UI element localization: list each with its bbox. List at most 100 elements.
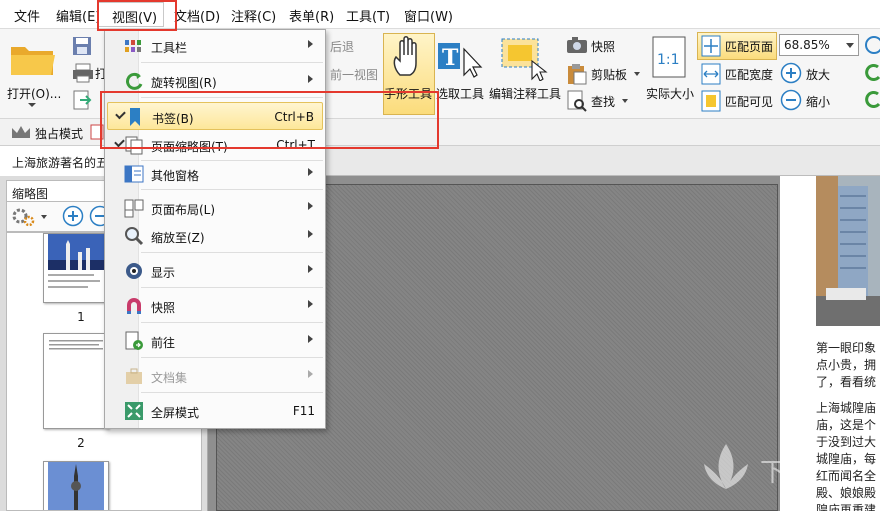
menu-item-label: 书签(B) <box>152 112 194 126</box>
back-button[interactable]: 后退 <box>330 38 354 55</box>
print-icon[interactable] <box>72 63 94 83</box>
menu-separator <box>141 62 323 63</box>
submenu-arrow-icon <box>308 230 313 238</box>
fullscreen-icon <box>125 402 143 420</box>
export-icon[interactable] <box>72 90 92 110</box>
layout-icon[interactable] <box>90 124 104 140</box>
paragraph-2-line-5: 红而闻名全 <box>816 469 877 483</box>
menu-separator <box>141 252 323 253</box>
menu-view[interactable]: 视图(V) <box>98 2 164 27</box>
exclusive-mode-button[interactable]: 独占模式 <box>35 125 83 142</box>
menu-separator <box>141 392 323 393</box>
menu-item-label: 全屏模式 <box>151 406 200 420</box>
actual-size-icon[interactable]: 1:1 <box>652 36 686 78</box>
submenu-arrow-icon <box>308 300 313 308</box>
options-dropdown-icon[interactable] <box>41 215 47 219</box>
menu-item-label: 快照 <box>151 301 176 315</box>
menu-tools[interactable]: 工具(T) <box>346 6 390 25</box>
menu-item-fullscreen[interactable]: 全屏模式 F11 <box>107 397 323 425</box>
menu-item-label: 文档集 <box>151 371 188 385</box>
shrink-thumb-icon[interactable] <box>89 205 105 227</box>
menu-comment[interactable]: 注释(C) <box>231 6 276 25</box>
menu-item-label: 页面缩略图(T) <box>151 140 228 154</box>
open-dropdown-icon[interactable] <box>28 103 36 107</box>
menu-item-label: 页面布局(L) <box>151 203 216 217</box>
goto-page-icon <box>125 331 143 350</box>
prev-view-button[interactable]: 前一视图 <box>330 66 378 83</box>
eye-icon <box>126 263 142 279</box>
menu-item-zoom-to[interactable]: 缩放至(Z) <box>107 222 323 250</box>
zoom-value[interactable]: 68.85% <box>784 38 830 52</box>
paragraph-2-line-2: 庙，这是个 <box>816 418 877 432</box>
menu-file[interactable]: 文件 <box>14 6 40 25</box>
zoom-extra-icon[interactable] <box>864 35 880 55</box>
magnet-icon <box>127 298 141 314</box>
menu-separator <box>141 357 323 358</box>
thumbnail-page-3[interactable] <box>43 461 109 510</box>
magnifier-icon <box>125 227 144 246</box>
zoom-out-label[interactable]: 缩小 <box>806 93 830 110</box>
menu-item-snapshot[interactable]: 快照 <box>107 292 323 320</box>
rotate-left-icon[interactable] <box>864 90 880 110</box>
snapshot-button[interactable]: 快照 <box>591 38 615 55</box>
rotate-right-icon[interactable] <box>864 63 880 83</box>
enlarge-thumb-icon[interactable] <box>62 205 84 227</box>
submenu-arrow-icon <box>308 202 313 210</box>
clipboard-button[interactable]: 剪贴板 <box>591 66 627 83</box>
zoom-in-icon[interactable] <box>780 62 802 84</box>
view-menu-dropdown: 工具栏 旋转视图(R) 书签(B) Ctrl+B 页面缩略图(T) Ctrl+T… <box>104 29 326 429</box>
options-gear-icon[interactable] <box>11 207 37 227</box>
open-button[interactable]: 打开(O)... <box>7 85 61 102</box>
fit-visible-icon[interactable] <box>701 90 721 112</box>
menu-item-bookmarks[interactable]: 书签(B) Ctrl+B <box>107 102 323 130</box>
menu-document[interactable]: 文档(D) <box>174 6 220 25</box>
paragraph-1-line-1: 第一眼印象 <box>816 341 877 355</box>
zoom-out-icon[interactable] <box>780 89 802 111</box>
watermark-logo <box>704 444 748 489</box>
annot-tool-label[interactable]: 编辑注释工具 <box>489 85 561 102</box>
menu-item-go-to[interactable]: 前往 <box>107 327 323 355</box>
fit-visible-label[interactable]: 匹配可见 <box>725 93 773 110</box>
menu-item-rotate-view[interactable]: 旋转视图(R) <box>107 67 323 95</box>
tower-thumbnail-image <box>48 462 104 510</box>
paragraph-2-line-7: 隍庙再重建 <box>816 503 877 511</box>
thumbnail-page-2[interactable] <box>43 333 109 429</box>
svg-text:1:1: 1:1 <box>657 52 680 68</box>
menu-separator <box>141 322 323 323</box>
fit-width-label[interactable]: 匹配宽度 <box>725 66 773 83</box>
thumbnail-page-1[interactable] <box>43 233 109 303</box>
zoom-combo[interactable]: 68.85% <box>779 34 859 56</box>
find-dropdown-icon[interactable] <box>622 99 628 103</box>
select-text-icon[interactable]: T <box>438 39 486 79</box>
bookmark-icon <box>130 108 140 126</box>
menu-item-toolbars[interactable]: 工具栏 <box>107 32 323 60</box>
zoom-in-label[interactable]: 放大 <box>806 66 830 83</box>
hand-tool-label: 手形工具 <box>384 87 433 101</box>
menu-edit[interactable]: 编辑(E) <box>56 6 100 25</box>
toolbar-icon <box>125 40 141 52</box>
select-tool-label[interactable]: 选取工具 <box>436 85 484 102</box>
menu-item-display[interactable]: 显示 <box>107 257 323 285</box>
find-button[interactable]: 查找 <box>591 93 615 110</box>
skyline-thumbnail-image <box>48 234 104 288</box>
watermark-text: 下载 <box>760 458 813 488</box>
thumbnail-page-number: 2 <box>77 436 85 450</box>
submenu-arrow-icon <box>308 370 313 378</box>
save-icon[interactable] <box>72 36 92 56</box>
menu-form[interactable]: 表单(R) <box>289 6 334 25</box>
briefcase-icon <box>126 368 142 384</box>
menu-item-page-layout[interactable]: 页面布局(L) <box>107 194 323 222</box>
page-layout-icon <box>124 199 144 218</box>
menu-item-page-thumbnails[interactable]: 页面缩略图(T) Ctrl+T <box>107 131 323 159</box>
menu-separator <box>141 97 323 98</box>
menu-item-label: 工具栏 <box>151 41 188 55</box>
paragraph-2-line-1: 上海城隍庙 <box>816 401 877 415</box>
annotation-icon[interactable] <box>498 35 550 81</box>
menu-separator <box>141 189 323 190</box>
menu-window[interactable]: 窗口(W) <box>404 6 453 25</box>
actual-size-label[interactable]: 实际大小 <box>646 85 694 102</box>
fit-width-icon[interactable] <box>701 63 721 85</box>
clipboard-dropdown-icon[interactable] <box>634 72 640 76</box>
menu-item-other-panes[interactable]: 其他窗格 <box>107 160 323 188</box>
zoom-dropdown-icon[interactable] <box>846 43 854 48</box>
